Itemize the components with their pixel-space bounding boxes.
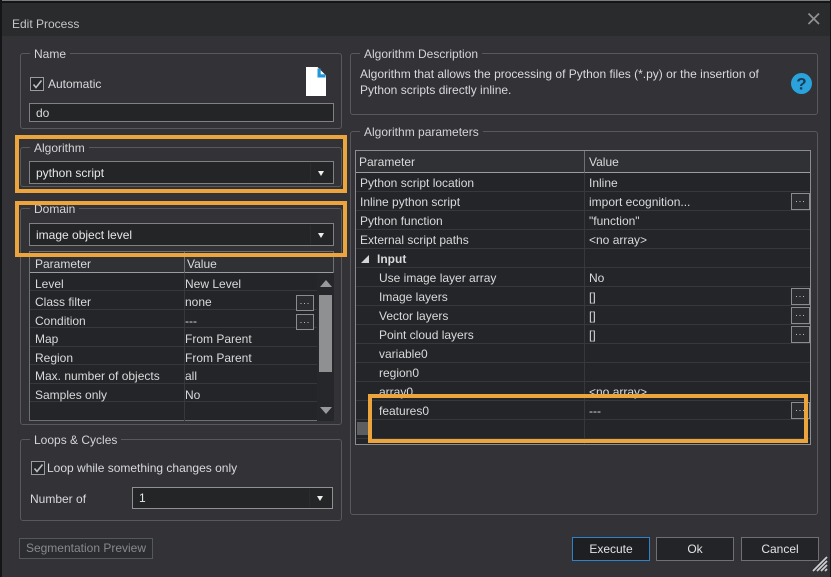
svg-text:?: ? [796,75,806,94]
